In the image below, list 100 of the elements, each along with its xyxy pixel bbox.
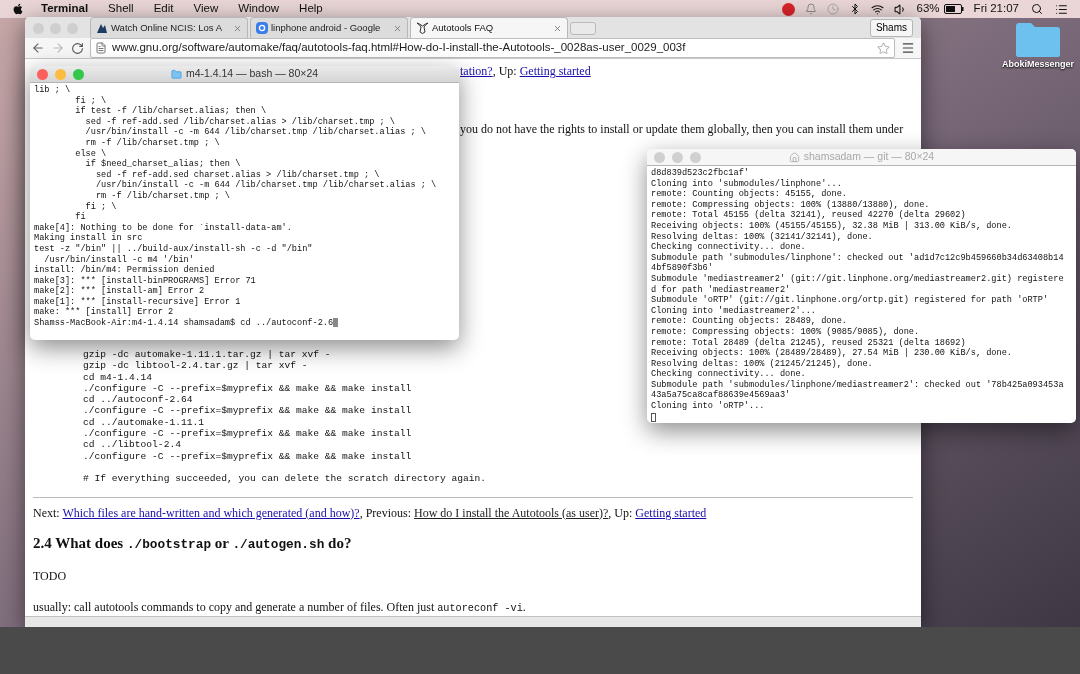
gnu-head-icon xyxy=(416,22,429,34)
profile-button[interactable]: Shams xyxy=(869,18,913,37)
browser-tab[interactable]: Autotools FAQ xyxy=(410,17,568,38)
menu-item[interactable]: Help xyxy=(299,0,323,18)
terminal-line: else \ xyxy=(74,148,107,159)
terminal-line: Cloning into 'submodules/linphone'... xyxy=(651,178,842,189)
code-line: cd ../automake-1.11.1 xyxy=(82,416,204,429)
window-control-icon[interactable] xyxy=(672,151,683,163)
paragraph: usually: call autotools commands to copy and generate a number of files. Often just autoreconf -vi. xyxy=(33,599,527,617)
terminal-line: fi ; \ xyxy=(84,201,117,212)
notification-bell-icon[interactable] xyxy=(804,3,817,15)
menu-app-name[interactable]: Terminal xyxy=(41,0,89,18)
terminal-line: Making install in src xyxy=(34,233,143,244)
terminal-line: remote: Counting objects: 45155, done. xyxy=(651,189,847,200)
terminal-line: rm -f /lib/charset.tmp ; \ xyxy=(94,190,230,202)
code-line: ./configure -C --prefix=$myprefix && make && make install xyxy=(82,382,412,395)
terminal-line: Checking connectivity... done. xyxy=(651,242,806,253)
page-icon xyxy=(95,42,107,54)
terminal-line: Shamss-MacBook-Air:m4-1.4.14 shamsadam$ cd ../autoconf-2.6 xyxy=(34,318,339,329)
window-control-icon[interactable] xyxy=(654,151,665,163)
close-icon[interactable] xyxy=(553,23,562,33)
battery-percentage[interactable]: 63% xyxy=(916,0,940,18)
terminal-line: Checking connectivity... done. xyxy=(651,369,806,380)
terminal-line: Receiving objects: 100% (28489/28489), 27.54 MiB | 230.00 KiB/s, done. xyxy=(651,348,1012,359)
terminal-line: 4bf5890f3b6' xyxy=(651,263,713,274)
figure-logo-icon xyxy=(96,22,108,34)
folder-icon xyxy=(170,68,182,80)
terminal-line: remote: Total 45155 (delta 32141), reused 42270 (delta 29602) xyxy=(651,210,966,221)
paragraph: TODO xyxy=(33,568,68,586)
section-heading: 2.4 What does ./bootstrap or ./autogen.sh do? xyxy=(33,533,353,554)
desktop-icon-label[interactable]: AbokiMessenger xyxy=(1002,58,1074,72)
terminal-line: sed -f ref-add.sed /lib/charset.alias > /lib/charset.tmp ; \ xyxy=(84,116,395,127)
notification-list-icon[interactable] xyxy=(1055,2,1068,16)
menu-item[interactable]: View xyxy=(193,0,219,18)
terminal-line: remote: Total 28489 (delta 21245), reused 25321 (delta 18692) xyxy=(651,337,966,348)
terminal-line: sed -f ref-add.sed charset.alias > /lib/charset.tmp ; \ xyxy=(94,169,380,180)
terminal-line: d for path 'mediastreamer2' xyxy=(651,284,791,295)
terminal-line: Submodule 'oRTP' (git://git.linphone.org/ortp.git) registered for path 'oRTP' xyxy=(651,295,1049,306)
terminal-line: Resolving deltas: 100% (21245/21245), done. xyxy=(651,358,873,369)
clock-icon[interactable] xyxy=(826,3,839,15)
back-icon[interactable] xyxy=(31,41,45,55)
terminal-line: test -z "/bin" || ../build-aux/install-sh -c -d "/bin" xyxy=(34,243,313,255)
menu-item[interactable]: Window xyxy=(238,0,280,18)
code-line: ./configure -C --prefix=$myprefix && make && make install xyxy=(82,405,412,417)
code-comment: # If everything succeeded, you can delete the scratch directory again. xyxy=(82,473,487,485)
terminal-line: /usr/bin/install -c -m 644 /lib/charset.tmp /lib/charset.alias ; \ xyxy=(94,180,437,191)
menu-item[interactable]: Edit xyxy=(153,0,174,18)
terminal-line: make[2]: *** [install-am] Error 2 xyxy=(34,286,205,297)
window-control-icon[interactable] xyxy=(37,68,48,80)
window-control-icon[interactable] xyxy=(73,68,84,80)
terminal-line: fi ; \ xyxy=(74,95,107,106)
menu-item[interactable]: Shell xyxy=(108,0,134,18)
terminal-line: /usr/bin/install -c m4 '/bin' xyxy=(43,254,194,265)
code-line: ./configure -C --prefix=$myprefix && make && make install xyxy=(82,450,412,462)
terminal-line: 43a5a75ca8caf88639e4569aa3' xyxy=(651,390,791,401)
terminal-line: remote: Counting objects: 28489, done. xyxy=(651,316,847,327)
terminal-line: make[3]: *** [install-binPROGRAMS] Error 71 xyxy=(34,275,256,286)
close-icon[interactable] xyxy=(393,23,402,33)
folder-icon[interactable] xyxy=(1015,22,1061,58)
bookmark-star-icon[interactable] xyxy=(877,41,890,55)
reload-icon[interactable] xyxy=(71,41,84,55)
search-icon[interactable] xyxy=(1031,3,1043,15)
apple-logo-icon[interactable] xyxy=(12,3,24,15)
terminal-line: Submodule 'mediastreamer2' (git://git.linphone.org/mediastreamer2.git) registere xyxy=(651,273,1064,285)
terminal-line: make[4]: Nothing to be done for `install-data-am'. xyxy=(34,222,292,233)
code-line: gzip -dc automake-1.11.1.tar.gz | tar xvf - xyxy=(82,349,331,361)
terminal-line: /usr/bin/install -c -m 644 /lib/charset.tmp /lib/charset.alias ; \ xyxy=(84,127,426,138)
terminal-cursor xyxy=(651,412,656,422)
close-icon[interactable] xyxy=(233,23,242,33)
window-control-icon[interactable] xyxy=(690,151,701,163)
recorder-icon[interactable] xyxy=(781,2,795,16)
code-line: cd ../autoconf-2.64 xyxy=(82,394,193,406)
code-line: gzip -dc libtool-2.4.tar.gz | tar xvf - xyxy=(82,360,308,372)
battery-icon[interactable] xyxy=(943,4,964,14)
google-g-icon xyxy=(256,22,268,34)
terminal-line: Submodule path 'submodules/linphone': checked out 'ad1d7c12c9b459660b34d63408b14 xyxy=(651,252,1064,263)
terminal-line: if $need_charset_alias; then \ xyxy=(84,159,241,170)
terminal-line: if test -f /lib/charset.alias; then \ xyxy=(74,106,267,117)
paragraph: you do not have the rights to install or update them globally, then you can install them under xyxy=(460,121,905,138)
code-line: cd m4-1.4.14 xyxy=(82,371,153,383)
volume-icon[interactable] xyxy=(893,2,907,16)
terminal-line: make: *** [install] Error 2 xyxy=(34,307,174,318)
browser-tab[interactable]: Watch Online NCIS: Los A xyxy=(90,17,248,38)
terminal-line: fi xyxy=(74,212,86,223)
terminal-line: remote: Compressing objects: 100% (9085/9085), done. xyxy=(651,326,920,338)
code-line: cd ../libtool-2.4 xyxy=(82,439,181,451)
url-field[interactable]: www.gnu.org/software/automake/faq/autotools-faq.html#How-do-I-install-the-Autotools-_0028as-user_0029_003f xyxy=(90,38,895,58)
menu-clock[interactable]: Fri 21:07 xyxy=(973,0,1019,18)
forward-icon[interactable] xyxy=(51,41,65,55)
terminal-line: rm -f /lib/charset.tmp ; \ xyxy=(84,137,220,149)
browser-tab[interactable]: linphone android - Google xyxy=(250,17,408,38)
wifi-icon[interactable] xyxy=(870,2,884,16)
menu-icon[interactable] xyxy=(901,41,915,55)
navigation-line: tation?, Up: Getting started xyxy=(460,63,592,80)
window-title: shamsadam — git — 80×24 xyxy=(803,149,935,165)
terminal-line: make[1]: *** [install-recursive] Error 1 xyxy=(34,296,241,307)
navigation-line: Next: Which files are hand-written and which generated (and how)?, Previous: How do I install the Autotools (as user)?, Up: Getting started xyxy=(33,504,708,522)
code-line: ./configure -C --prefix=$myprefix && make && make install xyxy=(82,428,412,440)
terminal-line: Receiving objects: 100% (45155/45155), 32.38 MiB | 313.00 KiB/s, done. xyxy=(651,220,1012,232)
new-tab-button[interactable] xyxy=(570,22,596,35)
